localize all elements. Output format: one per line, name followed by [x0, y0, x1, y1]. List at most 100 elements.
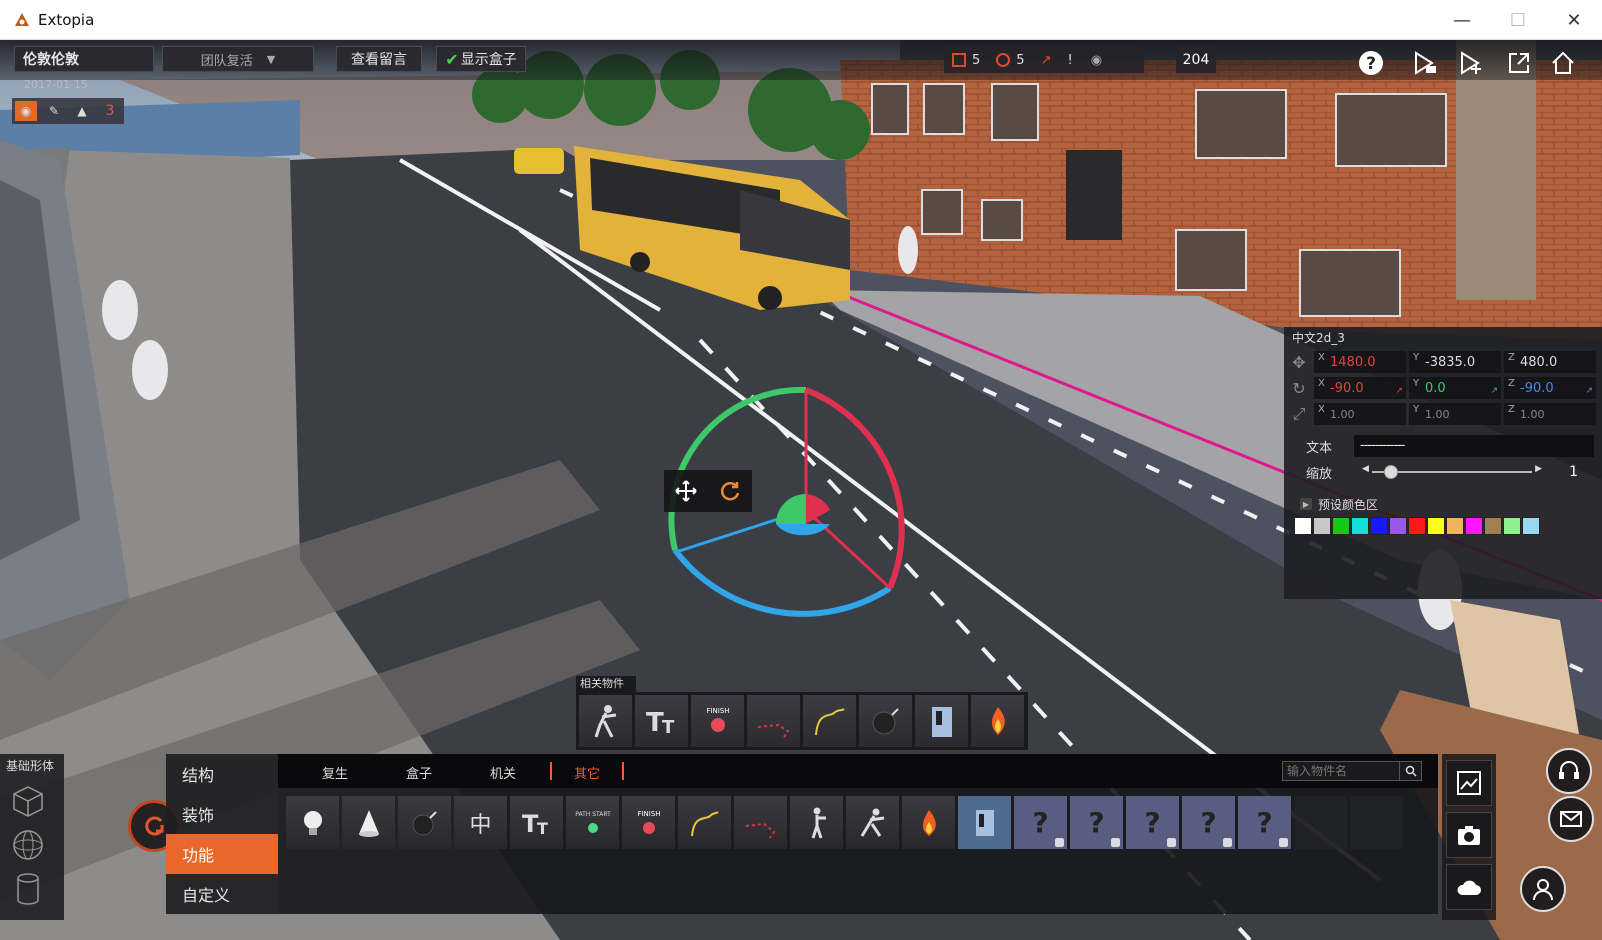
chinese-text-icon[interactable]: 中 — [454, 796, 507, 849]
rotation-y-field[interactable]: Y 0.0 ↗ — [1409, 377, 1501, 399]
slider-left-arrow-icon[interactable]: ◀ — [1362, 464, 1369, 474]
category-structure[interactable]: 结构 — [166, 754, 278, 794]
rotate-tool-icon[interactable] — [714, 475, 746, 507]
locked-item[interactable]: ? — [1126, 796, 1179, 849]
close-button[interactable]: ✕ — [1546, 0, 1602, 40]
move-tool-icon[interactable] — [670, 475, 702, 507]
rotation-z-field[interactable]: Z -90.0 ↗ — [1504, 377, 1596, 399]
fire-icon[interactable] — [902, 796, 955, 849]
svg-text:T: T — [537, 819, 548, 838]
category-function[interactable]: 功能 — [166, 834, 278, 874]
headset-icon[interactable] — [1546, 748, 1592, 794]
color-swatch[interactable] — [1332, 517, 1350, 535]
scale-slider[interactable]: ◀ ▶ — [1362, 461, 1542, 483]
category-decoration[interactable]: 装饰 — [166, 794, 278, 834]
path-curve-icon[interactable] — [678, 796, 731, 849]
color-swatch[interactable] — [1446, 517, 1464, 535]
tab-other[interactable]: 其它 — [574, 763, 600, 782]
color-swatch[interactable] — [1370, 517, 1388, 535]
view-messages-button[interactable]: 查看留言 — [336, 46, 422, 72]
screenshot-frame-icon[interactable] — [1446, 760, 1492, 806]
empty-slot — [1350, 796, 1403, 849]
search-icon[interactable] — [1399, 762, 1421, 780]
locked-item[interactable]: ? — [1070, 796, 1123, 849]
slider-right-arrow-icon[interactable]: ▶ — [1535, 464, 1542, 474]
cylinder-icon[interactable] — [8, 869, 48, 909]
stat-first: 5 — [972, 52, 981, 68]
help-icon[interactable]: ? — [1356, 48, 1386, 78]
locked-item[interactable]: ? — [1014, 796, 1067, 849]
color-swatch[interactable] — [1484, 517, 1502, 535]
search-input[interactable] — [1283, 762, 1399, 780]
door-icon[interactable] — [915, 695, 968, 747]
bomb-icon[interactable] — [859, 695, 912, 747]
text-input[interactable]: ------------ — [1354, 435, 1594, 457]
object-palette: 复生 盒子 机关 其它 输入物件名 中 T T PATH START FINIS… — [278, 754, 1438, 914]
color-swatch[interactable] — [1408, 517, 1426, 535]
tab-respawn[interactable]: 复生 — [322, 763, 348, 782]
door-icon[interactable] — [958, 796, 1011, 849]
path-start-icon[interactable]: PATH START — [566, 796, 619, 849]
text-tool-icon[interactable]: TT — [635, 695, 688, 747]
text-tool-icon[interactable]: TT — [510, 796, 563, 849]
preset-colors-header[interactable]: ▶ 预设颜色区 — [1284, 491, 1602, 517]
svg-text:?: ? — [1366, 54, 1376, 74]
scale-y-field[interactable]: Y 1.00 — [1409, 403, 1501, 425]
scale-x-field[interactable]: X 1.00 — [1314, 403, 1406, 425]
camera-icon[interactable]: ◉ — [15, 101, 37, 121]
pencil-icon[interactable]: ✎ — [43, 101, 65, 121]
position-y-field[interactable]: Y -3835.0 — [1409, 351, 1501, 373]
path-dashed-icon[interactable] — [747, 695, 800, 747]
sphere-icon[interactable] — [8, 825, 48, 865]
color-swatch[interactable] — [1389, 517, 1407, 535]
user-icon[interactable] — [1520, 866, 1566, 912]
soldier-standing-icon[interactable] — [790, 796, 843, 849]
path-dashed-icon[interactable] — [734, 796, 787, 849]
locked-item[interactable]: ? — [1238, 796, 1291, 849]
position-x-field[interactable]: X 1480.0 — [1314, 351, 1406, 373]
bulb-icon[interactable] — [286, 796, 339, 849]
color-swatch[interactable] — [1522, 517, 1540, 535]
scene-viewport[interactable]: 伦敦伦敦 2017-01-15 团队复活 ▼ 查看留言 ✔ 显示盒子 ◉ ✎ ▲… — [0, 40, 1602, 940]
play-camera-icon[interactable] — [1410, 48, 1440, 78]
soldier-icon[interactable] — [579, 695, 632, 747]
expand-icon[interactable]: ▶ — [1300, 498, 1312, 510]
position-z-value: 480.0 — [1520, 354, 1558, 370]
camera-icon[interactable] — [1446, 812, 1492, 858]
team-mode-dropdown[interactable]: 团队复活 ▼ — [162, 46, 314, 72]
color-swatch[interactable] — [1427, 517, 1445, 535]
cube-icon[interactable] — [8, 781, 48, 821]
position-z-field[interactable]: Z 480.0 — [1504, 351, 1596, 373]
tab-box[interactable]: 盒子 — [406, 763, 432, 782]
finish-marker-icon[interactable]: FINISH — [622, 796, 675, 849]
search-box — [1282, 761, 1422, 781]
tab-mechanism[interactable]: 机关 — [490, 763, 516, 782]
cone-icon[interactable] — [342, 796, 395, 849]
finish-marker-icon[interactable]: FINISH — [691, 695, 744, 747]
minimize-button[interactable]: — — [1434, 0, 1490, 40]
play-cursor-icon[interactable] — [1456, 48, 1486, 78]
export-icon[interactable] — [1504, 48, 1534, 78]
color-swatch[interactable] — [1313, 517, 1331, 535]
slider-knob[interactable] — [1383, 465, 1398, 479]
color-swatch[interactable] — [1351, 517, 1369, 535]
pin-icon[interactable]: ▲ — [71, 101, 93, 121]
home-icon[interactable] — [1548, 48, 1578, 78]
cloud-icon[interactable] — [1446, 864, 1492, 910]
color-swatch[interactable] — [1503, 517, 1521, 535]
bomb-icon[interactable] — [398, 796, 451, 849]
category-custom[interactable]: 自定义 — [166, 874, 278, 914]
locked-item[interactable]: ? — [1182, 796, 1235, 849]
color-swatch[interactable] — [1465, 517, 1483, 535]
show-boxes-toggle[interactable]: ✔ 显示盒子 — [436, 46, 526, 72]
soldier-crouch-icon[interactable] — [846, 796, 899, 849]
rotation-x-field[interactable]: X -90.0 ↗ — [1314, 377, 1406, 399]
color-swatch[interactable] — [1294, 517, 1312, 535]
maximize-button[interactable]: ☐ — [1490, 0, 1546, 40]
scale-z-field[interactable]: Z 1.00 — [1504, 403, 1596, 425]
fire-icon[interactable] — [971, 695, 1024, 747]
properties-panel: 中文2d_3 ✥ X 1480.0 Y -3835.0 Z 480.0 ↻ X -90.… — [1284, 327, 1602, 599]
locked-glyph: ? — [1200, 806, 1217, 839]
mail-icon[interactable] — [1548, 796, 1594, 842]
path-curve-icon[interactable] — [803, 695, 856, 747]
